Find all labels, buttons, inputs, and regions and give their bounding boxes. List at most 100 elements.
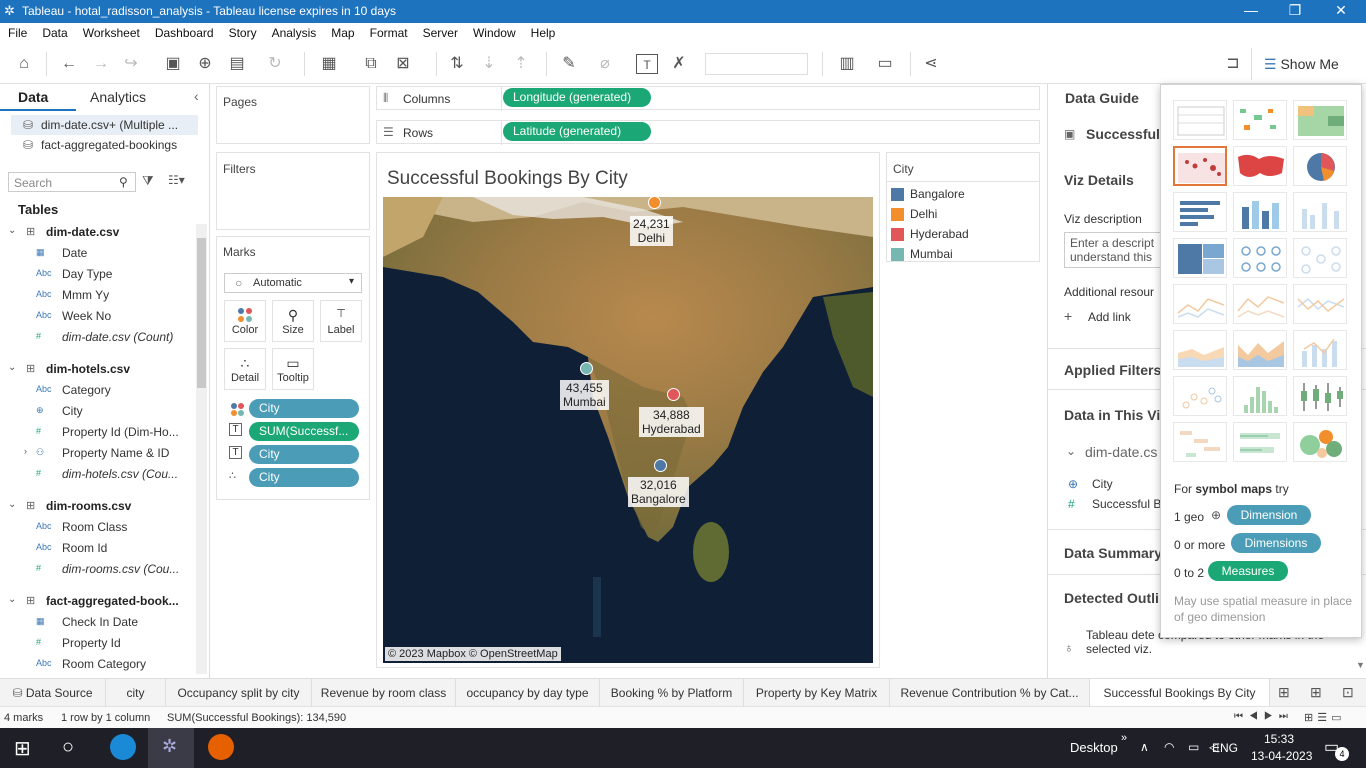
pages-shelf[interactable]: Pages	[216, 86, 370, 144]
menu-story[interactable]: Story	[221, 23, 264, 40]
showme-line-continuous[interactable]	[1173, 284, 1227, 324]
new-worksheet-icon[interactable]: ▦	[318, 54, 340, 74]
tab-sheet[interactable]: occupancy by day type	[456, 679, 600, 707]
field-item[interactable]: › ⚇ Property Name & ID	[0, 443, 195, 464]
new-datasource-icon[interactable]: ⊕	[194, 54, 216, 74]
showme-text-table[interactable]	[1173, 100, 1227, 140]
windows-start-icon[interactable]: ⊞	[14, 736, 31, 761]
replay-icon[interactable]: ↪	[120, 54, 142, 74]
search-input[interactable]: Search ⚲	[8, 172, 136, 192]
field-item[interactable]: # dim-date.csv (Count)	[0, 327, 195, 348]
showme-symbol-map[interactable]	[1173, 146, 1227, 186]
wifi-icon[interactable]: ◠	[1164, 740, 1174, 754]
firefox-icon[interactable]	[208, 734, 234, 760]
minimize-icon[interactable]: —	[1236, 2, 1266, 18]
chevrons-icon[interactable]: »	[1121, 732, 1127, 744]
tab-data[interactable]: Data	[18, 89, 48, 105]
columns-pill-longitude[interactable]: Longitude (generated)	[503, 88, 651, 107]
chevron-down-icon[interactable]: ⌄	[1066, 444, 1076, 458]
data-summary-heading[interactable]: Data Summary	[1064, 545, 1162, 561]
fix-axes-icon[interactable]: ✗	[668, 54, 690, 74]
group-icon[interactable]: ⌀	[594, 54, 616, 74]
data-in-viz-heading[interactable]: Data in This Vi	[1064, 407, 1160, 423]
showme-histogram[interactable]	[1233, 376, 1287, 416]
undo-icon[interactable]: ←	[58, 54, 80, 74]
filters-shelf[interactable]: Filters	[216, 152, 370, 230]
view-options-icon[interactable]: ☷▾	[168, 173, 185, 187]
new-dashboard-icon[interactable]: ⊞	[1310, 684, 1322, 701]
menu-worksheet[interactable]: Worksheet	[75, 23, 147, 40]
detail-button[interactable]: ∴ Detail	[224, 348, 266, 390]
menu-data[interactable]: Data	[34, 23, 74, 40]
chevron-up-icon[interactable]: ∧	[1140, 740, 1149, 754]
marks-pill-city-label[interactable]: City	[249, 445, 359, 464]
showme-area-discrete[interactable]	[1233, 330, 1287, 370]
label-button[interactable]: ⊤ Label	[320, 300, 362, 342]
table-header[interactable]: ⌄ ⊞ fact-aggregated-book...	[0, 591, 195, 612]
showme-dual-combination[interactable]	[1293, 330, 1347, 370]
rows-shelf[interactable]: ☰ Rows	[376, 120, 1040, 145]
color-button[interactable]: Color	[224, 300, 266, 342]
field-item[interactable]: # Property Id	[0, 633, 195, 654]
field-item[interactable]: ⊕ City	[0, 401, 195, 422]
marks-pill-sum-bookings[interactable]: SUM(Successf...	[249, 422, 359, 441]
showme-packed-bubbles[interactable]	[1293, 422, 1347, 462]
marks-pill-city-detail[interactable]: City	[249, 468, 359, 487]
cards-icon[interactable]: ▥	[836, 54, 858, 74]
refresh-icon[interactable]: ↻	[264, 54, 286, 74]
menu-analysis[interactable]: Analysis	[264, 23, 324, 40]
field-item[interactable]: Abc Mmm Yy	[0, 285, 195, 306]
collapse-icon[interactable]: ‹	[194, 88, 199, 104]
share-icon[interactable]: ⋖	[920, 54, 942, 74]
scrollbar-thumb[interactable]	[197, 238, 206, 388]
new-worksheet-icon[interactable]: ⊞	[1278, 684, 1290, 701]
view-mode-icons[interactable]: ⊞☰▭	[1304, 711, 1345, 724]
viz-details-heading[interactable]: Viz Details	[1064, 172, 1134, 188]
showme-filled-map[interactable]	[1233, 146, 1287, 186]
tab-sheet[interactable]: Property by Key Matrix	[744, 679, 890, 707]
map[interactable]: 24,231 Delhi 43,455 Mumbai 34,888 Hyderabad 32…	[383, 197, 873, 663]
map-attribution[interactable]: © 2023 Mapbox © OpenStreetMap	[385, 647, 561, 661]
menu-file[interactable]: File	[0, 23, 34, 40]
field-item[interactable]: ▦ Check In Date	[0, 612, 195, 633]
datasource-item[interactable]: ⛁ fact-aggregated-bookings	[11, 135, 198, 155]
rows-pill-latitude[interactable]: Latitude (generated)	[503, 122, 651, 141]
menu-dashboard[interactable]: Dashboard	[147, 23, 221, 40]
save-icon[interactable]: ▣	[162, 54, 184, 74]
showme-scatter-plot[interactable]	[1173, 376, 1227, 416]
showme-area-continuous[interactable]	[1173, 330, 1227, 370]
table-header[interactable]: ⌄ ⊞ dim-date.csv	[0, 222, 195, 243]
field-item[interactable]: Abc Category	[0, 380, 195, 401]
search-icon[interactable]: ○	[62, 736, 74, 759]
scrollbar[interactable]	[196, 224, 207, 674]
map-point-mumbai[interactable]	[580, 362, 593, 375]
tab-data-source[interactable]: ⛁ Data Source	[0, 679, 106, 707]
edge-icon[interactable]	[110, 734, 136, 760]
scroll-down-icon[interactable]: ▼	[1356, 660, 1366, 674]
sort-asc-icon[interactable]: ⇣	[478, 54, 500, 74]
field-item[interactable]: Abc Room Id	[0, 538, 195, 559]
menu-server[interactable]: Server	[415, 23, 465, 40]
menu-help[interactable]: Help	[523, 23, 563, 40]
map-point-bangalore[interactable]	[654, 459, 667, 472]
new-story-icon[interactable]: ⊡	[1342, 684, 1354, 701]
map-point-hyderabad[interactable]	[667, 388, 680, 401]
duplicate-sheet-icon[interactable]: ⧉	[360, 54, 382, 74]
showme-circle-views[interactable]	[1233, 238, 1287, 278]
desktop-label[interactable]: Desktop	[1070, 740, 1118, 755]
field-item[interactable]: Abc Week No	[0, 306, 195, 327]
showme-horizontal-bars[interactable]	[1173, 192, 1227, 232]
data-guide-icon[interactable]: ⊐	[1222, 54, 1244, 74]
tab-analytics[interactable]: Analytics	[90, 89, 146, 105]
viz-description-input[interactable]: Enter a descript understand this	[1064, 232, 1174, 268]
mark-type-dropdown[interactable]: ○ Automatic ▾	[224, 273, 362, 293]
menu-window[interactable]: Window	[465, 23, 523, 40]
tab-sheet[interactable]: Revenue Contribution % by Cat...	[890, 679, 1090, 707]
marks-pill-city-color[interactable]: City	[249, 399, 359, 418]
home-icon[interactable]: ⌂	[13, 54, 35, 74]
clear-sheet-icon[interactable]: ⊠	[392, 54, 414, 74]
showme-bullet-graph[interactable]	[1233, 422, 1287, 462]
showme-treemap[interactable]	[1173, 238, 1227, 278]
applied-filters-heading[interactable]: Applied Filters	[1064, 362, 1161, 378]
showme-gantt-chart[interactable]	[1173, 422, 1227, 462]
